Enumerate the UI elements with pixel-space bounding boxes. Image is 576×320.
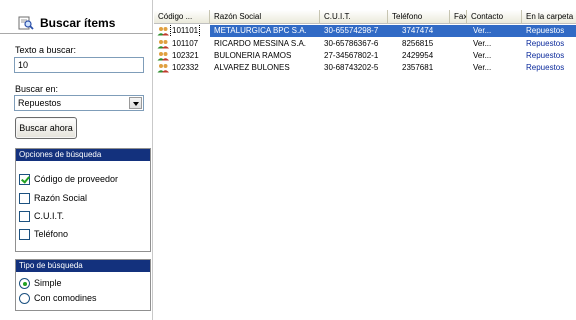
cell-fax: [450, 50, 467, 62]
checkbox-icon[interactable]: [19, 211, 30, 222]
folder-link[interactable]: Repuestos: [522, 25, 576, 37]
cell-codigo: 101107: [154, 38, 210, 50]
search-type-title: Tipo de búsqueda: [16, 260, 150, 272]
column-header-codigo[interactable]: Código ...: [154, 10, 210, 24]
panel-header: Buscar ítems: [0, 6, 153, 34]
users-icon: [157, 27, 169, 36]
table-row[interactable]: 101101 METALURGICA BPC S.A. 30-65574298-…: [154, 25, 576, 37]
column-header-telefono[interactable]: Teléfono: [388, 10, 450, 24]
cell-telefono: 3747474: [388, 25, 450, 37]
option-label: C.U.I.T.: [34, 211, 65, 221]
search-in-label: Buscar en:: [15, 84, 59, 94]
type-label: Con comodines: [34, 293, 97, 303]
contact-link[interactable]: Ver...: [467, 62, 522, 74]
search-in-select[interactable]: Repuestos: [14, 95, 144, 111]
contact-link[interactable]: Ver...: [467, 38, 522, 50]
column-header-razon-social[interactable]: Razón Social: [210, 10, 320, 24]
users-icon: [157, 40, 169, 49]
column-header-contacto[interactable]: Contacto: [467, 10, 522, 24]
radio-selected-icon[interactable]: [19, 278, 30, 289]
table-row[interactable]: 102332 ALVAREZ BULONES 30-68743202-5 235…: [154, 62, 576, 74]
users-icon: [157, 52, 169, 61]
cell-fax: [450, 38, 467, 50]
search-in-value: Repuestos: [18, 98, 62, 108]
cell-cuit: 30-65786367-6: [324, 39, 379, 48]
column-header-fax[interactable]: Fax: [450, 10, 467, 24]
folder-link[interactable]: Repuestos: [522, 38, 576, 50]
cell-telefono: 2429954: [402, 51, 434, 60]
cell-cuit: 30-68743202-5: [324, 63, 379, 72]
contact-link[interactable]: Ver...: [467, 25, 522, 37]
option-label: Razón Social: [34, 193, 88, 203]
results-grid: Código ... Razón Social C.U.I.T. Teléfon…: [154, 0, 576, 320]
search-options-title: Opciones de búsqueda: [16, 149, 150, 161]
codigo-text: 101107: [172, 39, 199, 48]
table-row[interactable]: 102321 BULONERIA RAMOS 27-34567802-1 242…: [154, 50, 576, 62]
folder-link[interactable]: Repuestos: [522, 50, 576, 62]
table-row[interactable]: 101107 RICARDO MESSINA S.A. 30-65786367-…: [154, 38, 576, 50]
search-now-button[interactable]: Buscar ahora: [15, 117, 77, 139]
codigo-text: 102321: [172, 51, 199, 60]
cell-codigo: 101101: [154, 25, 210, 37]
contact-link[interactable]: Ver...: [467, 50, 522, 62]
checkbox-icon[interactable]: [19, 229, 30, 240]
search-text-input[interactable]: [14, 57, 144, 73]
search-panel: Buscar ítems Texto a buscar: Buscar en: …: [0, 0, 153, 320]
checkbox-checked-icon[interactable]: [19, 174, 30, 185]
type-label: Simple: [34, 278, 62, 288]
folder-link[interactable]: Repuestos: [522, 62, 576, 74]
codigo-text: 101101: [169, 25, 201, 37]
option-label: Código de proveedor: [34, 174, 119, 184]
column-header-cuit[interactable]: C.U.I.T.: [320, 10, 388, 24]
panel-title: Buscar ítems: [40, 16, 116, 30]
cell-telefono: 2357681: [402, 63, 434, 72]
chevron-down-icon[interactable]: [129, 97, 142, 109]
cell-codigo: 102332: [154, 62, 210, 74]
radio-icon[interactable]: [19, 293, 30, 304]
users-icon: [157, 64, 169, 73]
column-header-carpeta[interactable]: En la carpeta: [522, 10, 576, 24]
cell-cuit: 30-65574298-7: [320, 25, 388, 37]
cell-telefono: 8256815: [402, 39, 434, 48]
cell-razon-social: BULONERIA RAMOS: [214, 51, 292, 60]
cell-razon-social: METALURGICA BPC S.A.: [210, 25, 320, 37]
cell-razon-social: RICARDO MESSINA S.A.: [214, 39, 307, 48]
cell-fax: [450, 62, 467, 74]
cell-razon-social: ALVAREZ BULONES: [214, 63, 290, 72]
checkbox-icon[interactable]: [19, 193, 30, 204]
cell-cuit: 27-34567802-1: [324, 51, 379, 60]
option-label: Teléfono: [34, 229, 69, 239]
cell-codigo: 102321: [154, 50, 210, 62]
cell-fax: [450, 25, 467, 37]
search-icon: [18, 16, 34, 30]
search-text-label: Texto a buscar:: [15, 45, 77, 55]
grid-header: Código ... Razón Social C.U.I.T. Teléfon…: [154, 10, 576, 24]
codigo-text: 102332: [172, 63, 199, 72]
